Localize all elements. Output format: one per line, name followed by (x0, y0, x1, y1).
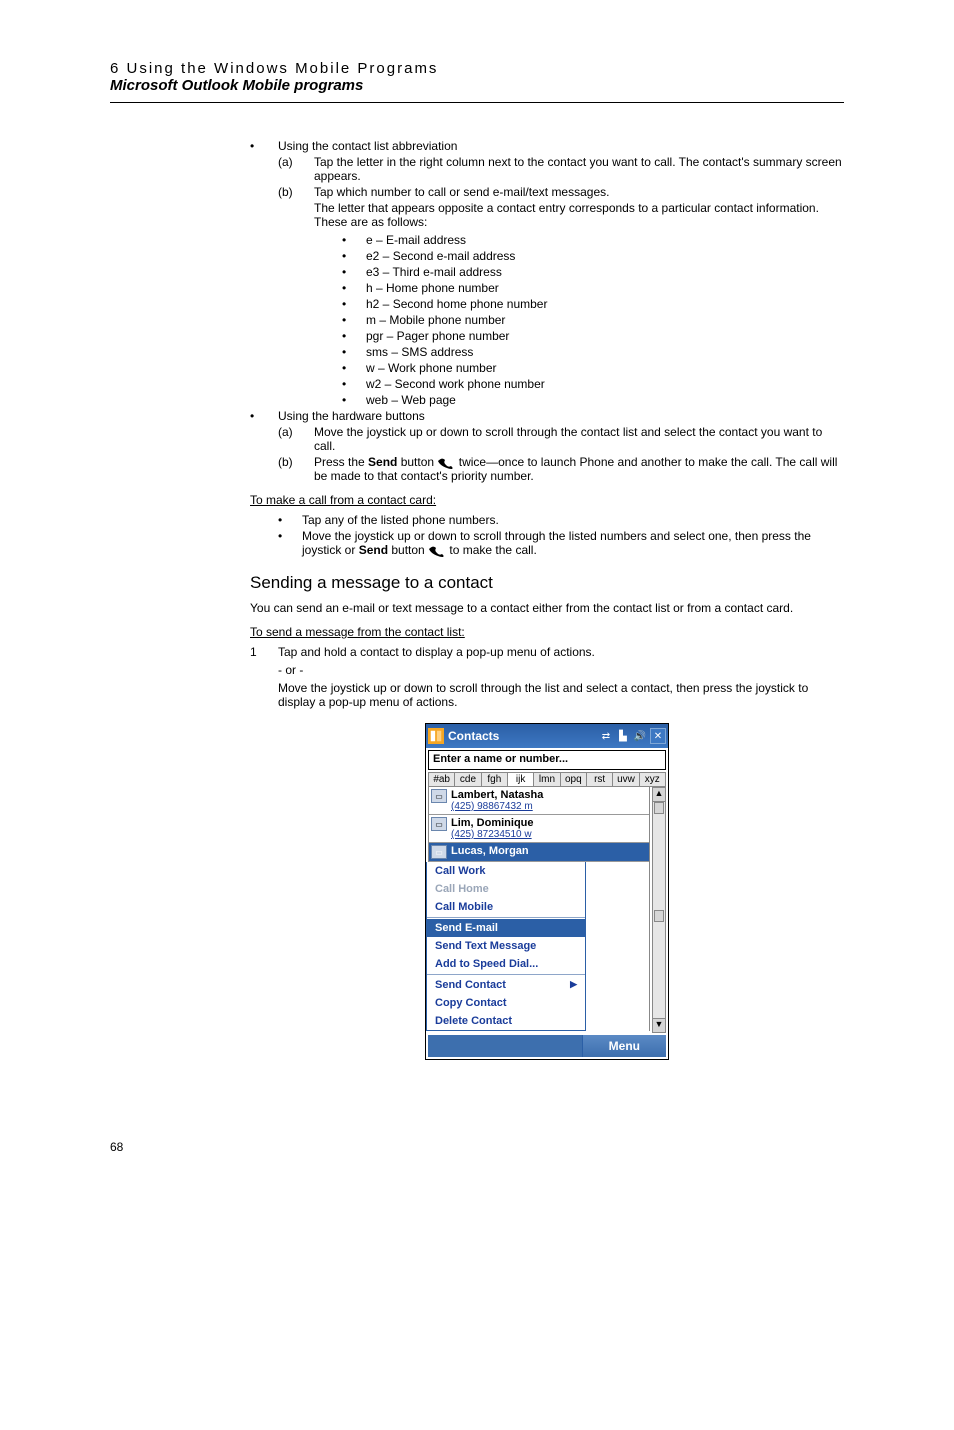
list-item: •h2 – Second home phone number (342, 297, 844, 311)
menu-item-send-email[interactable]: Send E-mail (427, 919, 585, 937)
menu-item-delete-contact[interactable]: Delete Contact (427, 1012, 585, 1030)
menu-item-call-mobile[interactable]: Call Mobile (427, 898, 585, 916)
list-item: •e3 – Third e-mail address (342, 265, 844, 279)
list-item: •e2 – Second e-mail address (342, 249, 844, 263)
alpha-tab[interactable]: #ab (429, 773, 455, 786)
list-item: • Using the contact list abbreviation (250, 139, 844, 153)
list-item: •web – Web page (342, 393, 844, 407)
connectivity-icon[interactable]: ⇄ (599, 729, 613, 743)
list-item: •m – Mobile phone number (342, 313, 844, 327)
list-item: • Move the joystick up or down to scroll… (278, 529, 844, 557)
alpha-tab[interactable]: rst (587, 773, 613, 786)
contact-card-icon: ▭ (431, 817, 447, 831)
scroll-down-button[interactable]: ▼ (653, 1018, 665, 1032)
alpha-tab[interactable]: opq (561, 773, 587, 786)
subsection-heading: Sending a message to a contact (250, 573, 844, 593)
alpha-tab[interactable]: uvw (613, 773, 639, 786)
sound-icon[interactable]: 🔊 (633, 729, 647, 743)
list-item: • Using the hardware buttons (250, 409, 844, 423)
contacts-screenshot: Contacts ⇄ ▙ 🔊 ✕ Enter a name or number.… (425, 723, 669, 1060)
header-rule (110, 102, 844, 103)
paragraph: Move the joystick up or down to scroll t… (278, 681, 844, 709)
alpha-tab[interactable]: fgh (482, 773, 508, 786)
scroll-thumb[interactable] (654, 802, 664, 814)
page-content: • Using the contact list abbreviation (a… (250, 139, 844, 1060)
softkey-bar: Menu (428, 1035, 666, 1057)
contact-row[interactable]: ▭ Lambert, Natasha (425) 98867432 m (429, 787, 649, 815)
context-menu[interactable]: Call Work Call Home Call Mobile Send E-m… (426, 862, 586, 1031)
contact-row[interactable]: ▭ Lim, Dominique (425) 87234510 w (429, 815, 649, 843)
list-item: •w2 – Second work phone number (342, 377, 844, 391)
menu-item-add-speed-dial[interactable]: Add to Speed Dial... (427, 955, 585, 973)
scroll-thumb[interactable] (654, 910, 664, 922)
list-item: (a) Move the joystick up or down to scro… (278, 425, 844, 453)
alpha-tab[interactable]: ijk (508, 773, 534, 786)
scroll-up-button[interactable]: ▲ (653, 788, 665, 802)
paragraph: The letter that appears opposite a conta… (314, 201, 844, 229)
list-item: •w – Work phone number (342, 361, 844, 375)
menu-item-copy-contact[interactable]: Copy Contact (427, 994, 585, 1012)
menu-item-call-work[interactable]: Call Work (427, 862, 585, 880)
close-button[interactable]: ✕ (650, 728, 666, 744)
menu-item-send-contact[interactable]: Send Contact▶ (427, 976, 585, 994)
list-item: •pgr – Pager phone number (342, 329, 844, 343)
scrollbar[interactable]: ▲ ▼ (652, 787, 666, 1033)
list-item: • Tap any of the listed phone numbers. (278, 513, 844, 527)
system-tray: ⇄ ▙ 🔊 ✕ (599, 728, 666, 744)
contact-card-icon: ▭ (431, 789, 447, 803)
app-icon (428, 728, 444, 744)
contact-list[interactable]: ▭ Lambert, Natasha (425) 98867432 m ▭ Li… (428, 787, 650, 862)
alpha-tabs[interactable]: #ab cde fgh ijk lmn opq rst uvw xyz (428, 772, 666, 787)
list-item: •sms – SMS address (342, 345, 844, 359)
section-title: Microsoft Outlook Mobile programs (110, 77, 844, 94)
search-input[interactable]: Enter a name or number... (428, 750, 666, 770)
procedure-title: To send a message from the contact list: (250, 625, 844, 639)
contact-card-icon: ▭ (431, 845, 447, 859)
submenu-arrow-icon: ▶ (570, 979, 577, 990)
window-title: Contacts (448, 729, 599, 743)
alpha-tab[interactable]: xyz (640, 773, 665, 786)
contact-row-selected[interactable]: ▭ Lucas, Morgan (429, 843, 649, 862)
menu-item-send-text[interactable]: Send Text Message (427, 937, 585, 955)
list-item: 1 Tap and hold a contact to display a po… (250, 645, 844, 659)
alpha-tab[interactable]: lmn (534, 773, 560, 786)
or-separator: - or - (278, 663, 844, 677)
window-titlebar: Contacts ⇄ ▙ 🔊 ✕ (426, 724, 668, 748)
list-item: (b) Press the Send button twice—once to … (278, 455, 844, 483)
phone-icon (437, 457, 455, 469)
list-item: (b) Tap which number to call or send e-m… (278, 185, 844, 199)
list-item: •e – E-mail address (342, 233, 844, 247)
chapter-title: 6 Using the Windows Mobile Programs (110, 60, 844, 77)
signal-icon[interactable]: ▙ (616, 729, 630, 743)
page-number: 68 (110, 1140, 844, 1154)
menu-item-call-home: Call Home (427, 880, 585, 898)
procedure-title: To make a call from a contact card: (250, 493, 844, 507)
list-item: •h – Home phone number (342, 281, 844, 295)
menu-softkey[interactable]: Menu (582, 1035, 666, 1057)
phone-icon (428, 545, 446, 557)
paragraph: You can send an e-mail or text message t… (250, 601, 844, 615)
list-item: (a) Tap the letter in the right column n… (278, 155, 844, 183)
alpha-tab[interactable]: cde (455, 773, 481, 786)
